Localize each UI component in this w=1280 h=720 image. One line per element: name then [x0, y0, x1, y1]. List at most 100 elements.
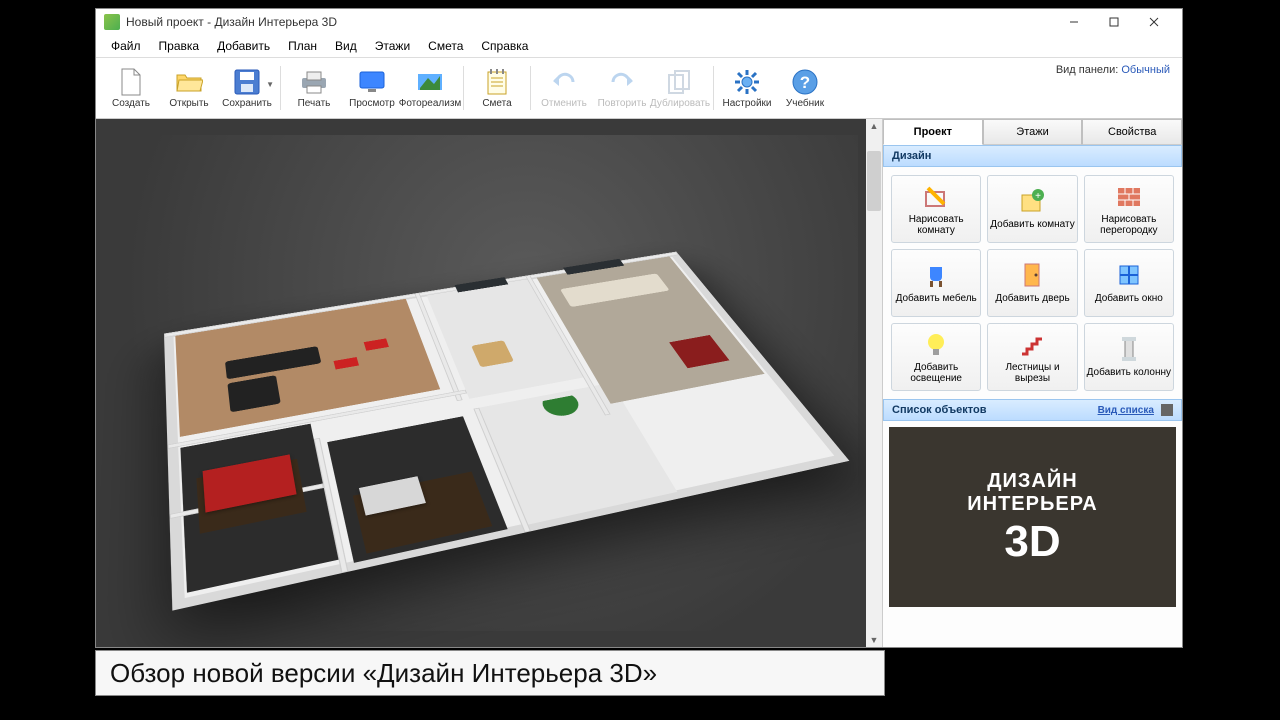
open-button[interactable]: Открыть: [160, 60, 218, 116]
undo-label: Отменить: [541, 98, 587, 109]
design-section-header: Дизайн: [883, 145, 1182, 167]
toolbar-separator: [463, 66, 464, 110]
add-furniture-label: Добавить мебель: [896, 293, 977, 305]
caption-text: Обзор новой версии «Дизайн Интерьера 3D»: [110, 658, 657, 689]
draw-partition-label: Нарисовать перегородку: [1085, 214, 1173, 237]
draw-partition-button[interactable]: Нарисовать перегородку: [1084, 175, 1174, 243]
create-button[interactable]: Создать: [102, 60, 160, 116]
scroll-down-icon[interactable]: ▼: [868, 633, 881, 647]
side-panel: Проект Этажи Свойства Дизайн Нарисовать …: [882, 119, 1182, 647]
design-header-label: Дизайн: [892, 150, 931, 162]
add-column-label: Добавить колонну: [1087, 367, 1171, 379]
add-room-button[interactable]: + Добавить комнату: [987, 175, 1077, 243]
undo-icon: [550, 68, 578, 96]
settings-button[interactable]: Настройки: [718, 60, 776, 116]
monitor-icon: [358, 68, 386, 96]
add-door-label: Добавить дверь: [995, 293, 1069, 305]
door-icon: [1018, 261, 1046, 289]
add-room-icon: +: [1018, 187, 1046, 215]
objects-section-header: Список объектов Вид списка: [883, 399, 1182, 421]
redo-label: Повторить: [598, 98, 647, 109]
photoreal-button[interactable]: Фотореализм: [401, 60, 459, 116]
add-window-label: Добавить окно: [1095, 293, 1163, 305]
estimate-button[interactable]: Смета: [468, 60, 526, 116]
add-light-label: Добавить освещение: [892, 362, 980, 385]
photoreal-label: Фотореализм: [399, 98, 462, 109]
viewport-scrollbar[interactable]: ▲ ▼: [866, 119, 882, 647]
save-button[interactable]: Сохранить ▼: [218, 60, 276, 116]
notepad-icon: [483, 68, 511, 96]
tab-properties[interactable]: Свойства: [1082, 119, 1182, 145]
list-view-link[interactable]: Вид списка: [1098, 405, 1154, 416]
duplicate-label: Дублировать: [650, 98, 710, 109]
toolbar: Создать Открыть Сохранить ▼ Печать Просм…: [96, 57, 1182, 119]
menu-help[interactable]: Справка: [472, 36, 537, 56]
lightbulb-icon: [922, 330, 950, 358]
folder-open-icon: [175, 68, 203, 96]
add-room-label: Добавить комнату: [990, 219, 1074, 231]
chair-icon: [922, 261, 950, 289]
redo-button[interactable]: Повторить: [593, 60, 651, 116]
menu-file[interactable]: Файл: [102, 36, 150, 56]
save-dropdown-icon[interactable]: ▼: [266, 80, 274, 89]
minimize-button[interactable]: [1054, 9, 1094, 35]
panel-type-value[interactable]: Обычный: [1121, 64, 1170, 76]
object-list: ДИЗАЙН ИНТЕРЬЕРА 3D: [883, 421, 1182, 647]
tab-project[interactable]: Проект: [883, 119, 983, 145]
photoreal-icon: [416, 68, 444, 96]
save-icon: [233, 68, 261, 96]
add-light-button[interactable]: Добавить освещение: [891, 323, 981, 391]
brick-wall-icon: [1115, 182, 1143, 210]
print-button[interactable]: Печать: [285, 60, 343, 116]
logo-line2: ИНТЕРЬЕРА: [967, 493, 1097, 516]
duplicate-icon: [666, 68, 694, 96]
add-window-button[interactable]: Добавить окно: [1084, 249, 1174, 317]
objects-header-label: Список объектов: [892, 404, 986, 416]
gear-icon: [733, 68, 761, 96]
draw-room-label: Нарисовать комнату: [892, 214, 980, 237]
scroll-up-icon[interactable]: ▲: [868, 119, 881, 133]
estimate-label: Смета: [482, 98, 511, 109]
scroll-thumb[interactable]: [867, 151, 881, 211]
logo-line1: ДИЗАЙН: [987, 470, 1077, 493]
panel-type-selector[interactable]: Вид панели: Обычный: [1056, 64, 1170, 76]
menu-view[interactable]: Вид: [326, 36, 366, 56]
close-button[interactable]: [1134, 9, 1174, 35]
toolbar-separator: [530, 66, 531, 110]
menu-edit[interactable]: Правка: [150, 36, 209, 56]
stairs-icon: [1018, 330, 1046, 358]
menu-floors[interactable]: Этажи: [366, 36, 419, 56]
tutorial-button[interactable]: ? Учебник: [776, 60, 834, 116]
side-tabs: Проект Этажи Свойства: [883, 119, 1182, 145]
stairs-button[interactable]: Лестницы и вырезы: [987, 323, 1077, 391]
tab-floors[interactable]: Этажи: [983, 119, 1083, 145]
window-icon: [1115, 261, 1143, 289]
undo-button[interactable]: Отменить: [535, 60, 593, 116]
menu-add[interactable]: Добавить: [208, 36, 279, 56]
app-window: Новый проект - Дизайн Интерьера 3D Файл …: [95, 8, 1183, 648]
design-tools-grid: Нарисовать комнату + Добавить комнату На…: [883, 167, 1182, 399]
new-file-icon: [117, 68, 145, 96]
app-icon: [104, 14, 120, 30]
logo-preview: ДИЗАЙН ИНТЕРЬЕРА 3D: [889, 427, 1176, 607]
3d-viewport[interactable]: ▲ ▼: [96, 119, 882, 647]
svg-text:?: ?: [800, 73, 810, 92]
window-title: Новый проект - Дизайн Интерьера 3D: [126, 15, 1054, 29]
preview-button[interactable]: Просмотр: [343, 60, 401, 116]
help-icon: ?: [791, 68, 819, 96]
tutorial-label: Учебник: [786, 98, 824, 109]
menu-plan[interactable]: План: [279, 36, 326, 56]
menu-estimate[interactable]: Смета: [419, 36, 472, 56]
stairs-label: Лестницы и вырезы: [988, 362, 1076, 385]
column-icon: [1115, 335, 1143, 363]
maximize-button[interactable]: [1094, 9, 1134, 35]
video-caption-overlay: Обзор новой версии «Дизайн Интерьера 3D»: [95, 650, 885, 696]
redo-icon: [608, 68, 636, 96]
open-label: Открыть: [169, 98, 208, 109]
list-view-icon[interactable]: [1161, 404, 1173, 416]
add-column-button[interactable]: Добавить колонну: [1084, 323, 1174, 391]
add-door-button[interactable]: Добавить дверь: [987, 249, 1077, 317]
duplicate-button[interactable]: Дублировать: [651, 60, 709, 116]
add-furniture-button[interactable]: Добавить мебель: [891, 249, 981, 317]
draw-room-button[interactable]: Нарисовать комнату: [891, 175, 981, 243]
